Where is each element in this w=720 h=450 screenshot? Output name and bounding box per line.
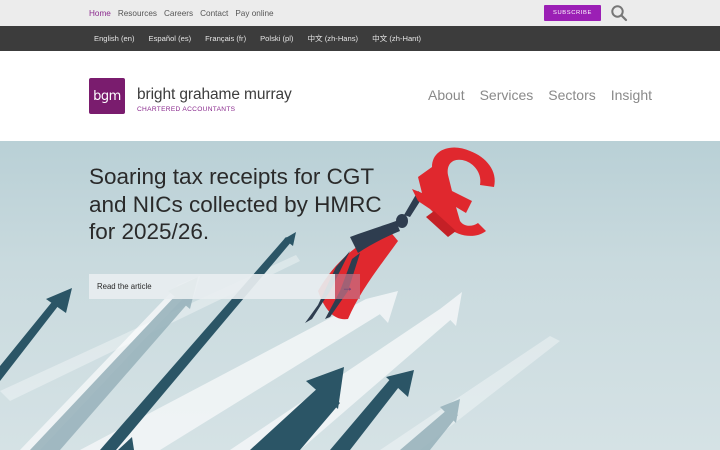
arrow-right-icon[interactable]: → — [335, 274, 360, 299]
pound-sign-icon — [412, 147, 495, 237]
utility-nav: Home Resources Careers Contact Pay onlin… — [89, 0, 281, 26]
logo-text: bgm — [93, 88, 121, 104]
nav-pay-online[interactable]: Pay online — [235, 9, 273, 18]
hero-banner: Soaring tax receipts for CGT and NICs co… — [0, 141, 720, 450]
subscribe-button[interactable]: SUBSCRIBE — [544, 5, 601, 21]
lang-chinese-simplified[interactable]: 中文 (zh-Hans) — [307, 33, 358, 44]
lang-spanish[interactable]: Español (es) — [149, 34, 192, 43]
top-bar: Home Resources Careers Contact Pay onlin… — [0, 0, 720, 26]
nav-contact[interactable]: Contact — [200, 9, 228, 18]
brand-tagline: CHARTERED ACCOUNTANTS — [137, 106, 236, 113]
lang-chinese-traditional[interactable]: 中文 (zh-Hant) — [372, 33, 421, 44]
site-header: bgm bright grahame murray CHARTERED ACCO… — [0, 51, 720, 141]
nav-resources[interactable]: Resources — [118, 9, 157, 18]
lang-english[interactable]: English (en) — [94, 34, 135, 43]
mainnav-about[interactable]: About — [428, 87, 465, 103]
language-bar: English (en) Español (es) Français (fr) … — [0, 26, 720, 51]
nav-home[interactable]: Home — [89, 9, 111, 18]
hero-headline: Soaring tax receipts for CGT and NICs co… — [89, 164, 382, 244]
main-nav: About Services Sectors Insight — [428, 87, 667, 103]
search-icon[interactable] — [610, 4, 628, 22]
read-article-label: Read the article — [89, 274, 335, 299]
language-list: English (en) Español (es) Français (fr) … — [94, 26, 435, 51]
mainnav-insight[interactable]: Insight — [611, 87, 652, 103]
mainnav-sectors[interactable]: Sectors — [548, 87, 595, 103]
mainnav-services[interactable]: Services — [480, 87, 534, 103]
lang-french[interactable]: Français (fr) — [205, 34, 246, 43]
logo[interactable]: bgm — [89, 78, 125, 114]
nav-careers[interactable]: Careers — [164, 9, 193, 18]
brand-name[interactable]: bright grahame murray — [137, 86, 292, 104]
lang-polish[interactable]: Polski (pl) — [260, 34, 293, 43]
read-article-button[interactable]: Read the article → — [89, 274, 360, 299]
